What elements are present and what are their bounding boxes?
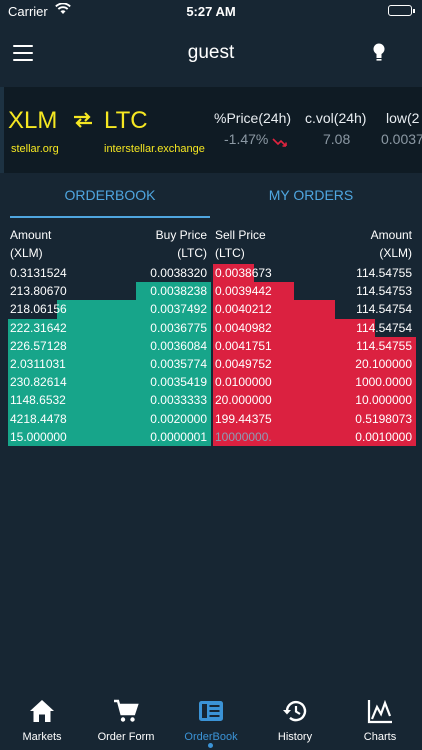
buy-amount: 218.06156 [10, 302, 67, 317]
tab-label: Order Form [97, 731, 155, 743]
sell-price: 0.0039442 [215, 284, 272, 299]
buy-price: 0.0000001 [150, 429, 207, 444]
sell-amount: 20.100000 [355, 357, 412, 371]
tab-label: Markets [22, 731, 62, 743]
buy-price: 0.0020000 [150, 411, 207, 426]
orderbook-row[interactable]: 213.80670 0.0038238 0.0039442 114.54753 [0, 282, 422, 301]
sell-amount: 0.0010000 [355, 429, 412, 444]
tab-history[interactable]: History [253, 688, 337, 750]
orderbook-row[interactable]: 0.3131524 0.0038320 0.0038673 114.54755 [0, 264, 422, 283]
bottom-tab-bar: Markets Order Form OrderBook History Cha… [0, 688, 422, 750]
sell-price: 0.0049752 [215, 357, 272, 371]
quote-asset-code[interactable]: LTC [104, 107, 148, 135]
buy-amount: 15.000000 [10, 429, 67, 444]
sell-amount: 10.000000 [355, 393, 412, 408]
sell-amount: 114.54753 [356, 284, 412, 299]
sell-price: 0.0038673 [215, 266, 272, 280]
quote-asset-issuer: interstellar.exchange [104, 143, 205, 155]
trend-down-icon [272, 135, 288, 147]
tab-label: History [277, 731, 313, 743]
buy-amount: 2.0311031 [10, 357, 66, 371]
active-tab-dot [208, 743, 213, 748]
sell-price: 0.0040212 [215, 302, 272, 317]
page-title: guest [187, 42, 235, 63]
base-asset-issuer: stellar.org [11, 143, 59, 155]
orderbook-row[interactable]: 230.82614 0.0035419 0.0100000 1000.0000 [0, 373, 422, 392]
history-icon [283, 700, 307, 722]
counter-volume-value: 7.08 [323, 131, 351, 147]
book-icon [199, 701, 223, 721]
active-tab-indicator [10, 216, 210, 218]
panel-accent [0, 87, 4, 173]
tab-label: OrderBook [184, 731, 238, 743]
orderbook-row[interactable]: 222.31642 0.0036775 0.0040982 114.54754 [0, 318, 422, 337]
buy-price: 0.0036084 [150, 338, 207, 353]
buy-amount: 4218.4478 [10, 411, 67, 426]
orderbook-row[interactable]: 218.06156 0.0037492 0.0040212 114.54754 [0, 300, 422, 319]
status-bar: Carrier 5:27 AM [0, 0, 422, 22]
buy-price: 0.0036775 [150, 320, 207, 335]
trading-pair-panel[interactable]: XLM LTC stellar.org interstellar.exchang… [0, 87, 422, 173]
tab-charts[interactable]: Charts [338, 688, 422, 750]
base-asset-code[interactable]: XLM [8, 107, 57, 135]
nav-bar: guest [0, 22, 422, 86]
sell-amount: 1000.0000 [355, 375, 412, 390]
orderbook-row[interactable]: 2.0311031 0.0035774 0.0049752 20.100000 [0, 355, 422, 374]
buy-amount-header: Amount (XLM) [10, 228, 52, 260]
buy-amount: 1148.6532 [10, 393, 66, 408]
sell-amount-header: Amount (XLM) [370, 228, 412, 260]
sell-price: 199.44375 [215, 411, 272, 426]
sell-amount: 114.54754 [356, 320, 412, 335]
clock: 5:27 AM [186, 4, 236, 19]
lightbulb-icon[interactable] [372, 42, 386, 64]
sell-price-header: Sell Price (LTC) [215, 228, 266, 260]
sell-price: 10000000. [215, 429, 272, 444]
sell-price: 0.0041751 [215, 338, 272, 353]
orderbook-row[interactable]: 15.000000 0.0000001 10000000. 0.0010000 [0, 427, 422, 447]
buy-price-header: Buy Price (LTC) [155, 228, 207, 260]
buy-amount: 230.82614 [10, 375, 67, 390]
sell-amount: 114.54755 [356, 338, 412, 353]
low-price-value: 0.0037 [381, 131, 422, 147]
buy-amount: 0.3131524 [10, 266, 67, 280]
orderbook-row[interactable]: 226.57128 0.0036084 0.0041751 114.54755 [0, 336, 422, 356]
price-change-label: %Price(24h) [214, 110, 292, 126]
sell-amount: 114.54754 [356, 302, 412, 317]
buy-amount: 226.57128 [10, 338, 67, 353]
sell-price: 0.0040982 [215, 320, 272, 335]
orderbook-row[interactable]: 4218.4478 0.0020000 199.44375 0.5198073 [0, 409, 422, 428]
orderbook-row[interactable]: 1148.6532 0.0033333 20.000000 10.000000 [0, 391, 422, 410]
orderbook-tabs: ORDERBOOK MY ORDERS [0, 174, 422, 220]
buy-price: 0.0038320 [150, 266, 207, 280]
counter-volume-label: c.vol(24h) [305, 110, 367, 126]
buy-price: 0.0035774 [150, 357, 207, 371]
tab-label: Charts [363, 731, 397, 743]
buy-price: 0.0038238 [150, 284, 207, 299]
buy-price: 0.0033333 [150, 393, 207, 408]
buy-amount: 222.31642 [10, 320, 67, 335]
home-icon [30, 700, 54, 722]
cart-icon [114, 699, 139, 722]
tab-orderbook-nav[interactable]: OrderBook [169, 688, 253, 750]
buy-amount: 213.80670 [10, 284, 67, 299]
tab-markets[interactable]: Markets [0, 688, 84, 750]
tab-my-orders[interactable]: MY ORDERS [211, 187, 411, 203]
swap-arrows-icon[interactable] [72, 111, 94, 135]
sell-amount: 0.5198073 [355, 411, 412, 426]
sell-price: 20.000000 [215, 393, 272, 408]
buy-price: 0.0037492 [150, 302, 207, 317]
chart-icon [367, 699, 392, 724]
sell-amount: 114.54755 [356, 266, 412, 280]
tab-order-form[interactable]: Order Form [84, 688, 168, 750]
price-change-value: -1.47% [224, 131, 269, 147]
sell-price: 0.0100000 [215, 375, 272, 390]
buy-price: 0.0035419 [150, 375, 207, 390]
battery-icon [388, 5, 415, 16]
tab-orderbook[interactable]: ORDERBOOK [10, 187, 210, 203]
low-price-label: low(2 [386, 110, 420, 126]
